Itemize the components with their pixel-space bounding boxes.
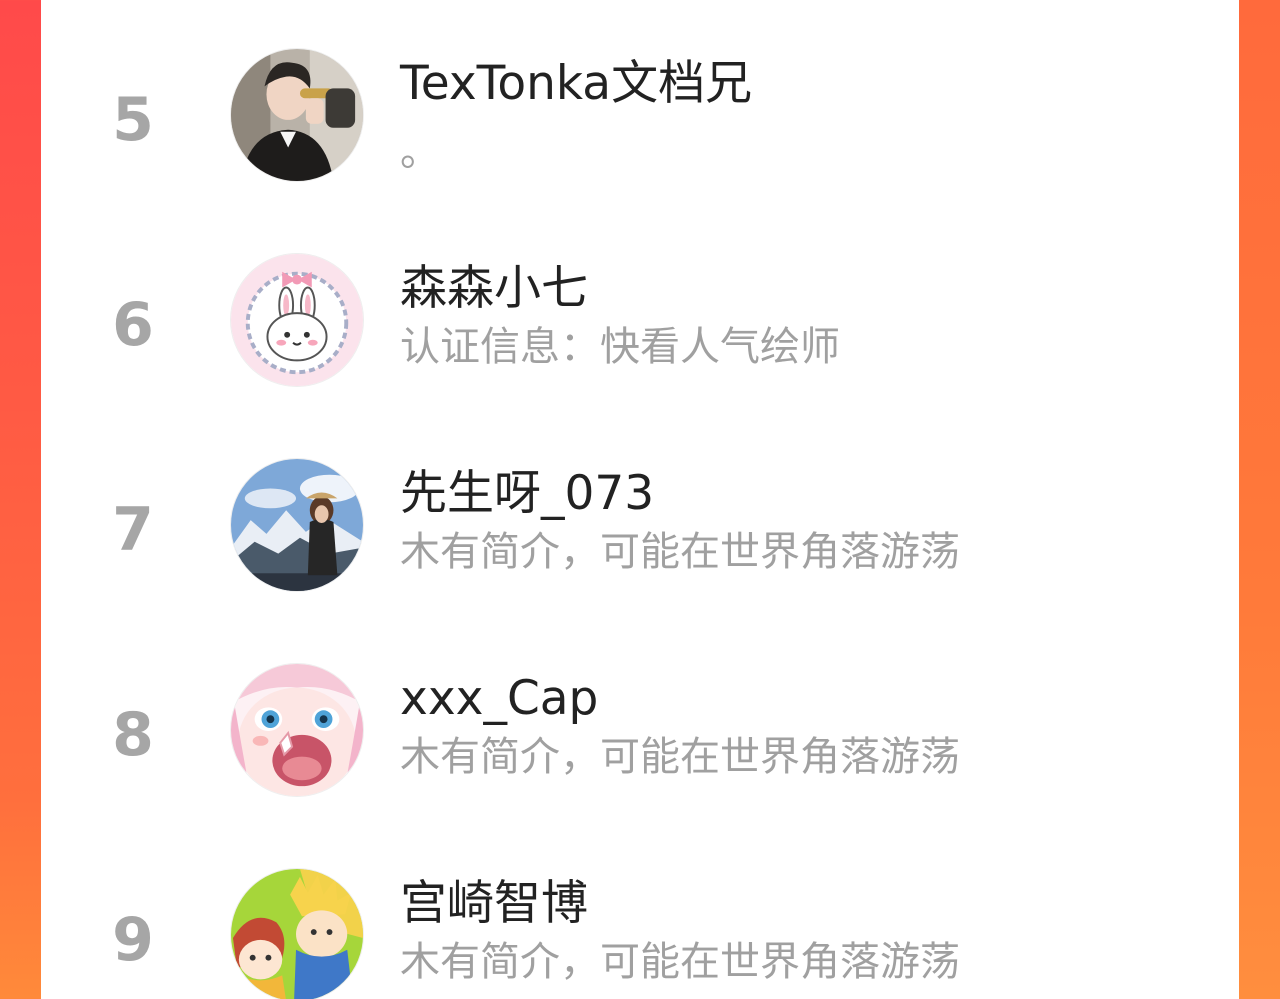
- avatar[interactable]: [230, 253, 364, 387]
- ranking-list-panel: 5 TexTonka文档兄 。 6 森森小七 认证信息：快看人气绘师 7 先生呀…: [41, 0, 1239, 999]
- list-item[interactable]: 6 森森小七 认证信息：快看人气绘师: [41, 215, 1239, 420]
- rank-number: 8: [112, 700, 154, 770]
- avatar[interactable]: [230, 48, 364, 182]
- user-description: 木有简介，可能在世界角落游荡: [400, 529, 960, 575]
- rank-number: 5: [112, 85, 154, 155]
- rank-number: 6: [112, 290, 154, 360]
- user-description: 木有简介，可能在世界角落游荡: [400, 734, 960, 780]
- list-item[interactable]: 8 xxx_Cap 木有简介，可能在世界角落游荡: [41, 625, 1239, 830]
- avatar-anime-girl-icon: [231, 664, 363, 796]
- user-description: 认证信息：快看人气绘师: [400, 324, 840, 370]
- avatar-anime-boys-icon: [231, 869, 363, 999]
- avatar-bunny-illustration-icon: [231, 254, 363, 386]
- avatar-photo-mountains-icon: [231, 459, 363, 591]
- user-name[interactable]: xxx_Cap: [400, 675, 598, 722]
- list-item[interactable]: 9 宫崎智博 木有简介，可能在世界角落游荡: [41, 830, 1239, 999]
- avatar[interactable]: [230, 458, 364, 592]
- avatar[interactable]: [230, 868, 364, 999]
- avatar-photo-man-trophy-icon: [231, 49, 363, 181]
- list-item[interactable]: 5 TexTonka文档兄 。: [41, 10, 1239, 215]
- right-background-band: [1239, 0, 1280, 999]
- list-item[interactable]: 7 先生呀_073 木有简介，可能在世界角落游荡: [41, 420, 1239, 625]
- user-name[interactable]: 宫崎智博: [400, 880, 588, 927]
- user-name[interactable]: 森森小七: [400, 265, 588, 312]
- avatar[interactable]: [230, 663, 364, 797]
- user-name[interactable]: TexTonka文档兄: [400, 60, 752, 107]
- user-description: 木有简介，可能在世界角落游荡: [400, 939, 960, 985]
- rank-number: 7: [112, 495, 154, 565]
- user-name[interactable]: 先生呀_073: [400, 470, 654, 517]
- user-description: 。: [400, 129, 440, 175]
- rank-number: 9: [112, 905, 154, 975]
